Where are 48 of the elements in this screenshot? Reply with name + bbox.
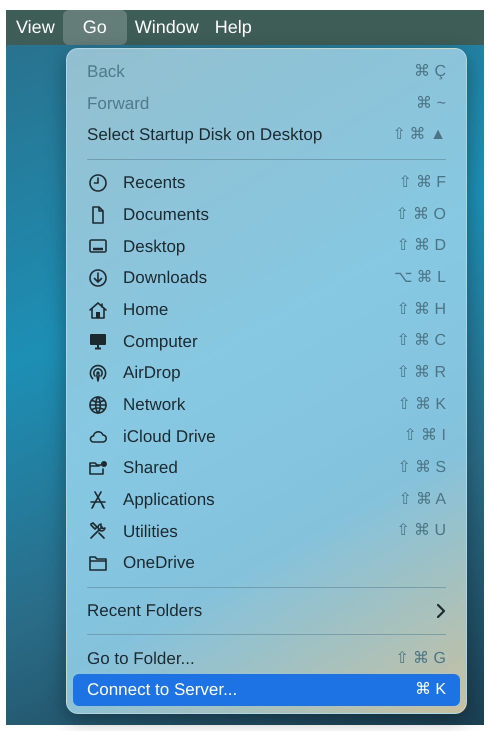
keyboard-shortcut: ⌘ ~ [416,94,446,114]
menu-item[interactable]: Applications ⇧ ⌘ A [73,484,460,516]
folder-icon [88,553,108,574]
house-icon [88,300,108,320]
menu-item[interactable]: AirDrop ⇧ ⌘ R [73,357,460,389]
menu-item[interactable]: Select Startup Disk on Desktop ⇧ ⌘ ▲ [73,119,460,152]
keyboard-shortcut: ⇧ ⌘ O [396,204,446,225]
menu-item[interactable]: Go to Folder... ⇧ ⌘ G [73,642,460,674]
menu-item[interactable]: Downloads ⌥ ⌘ L [73,262,460,294]
keyboard-shortcut: ⇧ ⌘ F [398,172,446,193]
menu-item[interactable]: Recent Folders [73,595,460,627]
monitor-icon [88,331,108,352]
menu-item[interactable]: Shared ⇧ ⌘ S [73,452,460,484]
applications-icon [88,490,108,510]
keyboard-shortcut: ⇧ ⌘ H [396,300,446,320]
keyboard-shortcut: ⇧ ⌘ D [396,236,446,256]
menu-item[interactable]: Computer ⇧ ⌘ C [73,326,460,358]
globe-icon [88,394,108,415]
clock-icon [88,172,108,193]
menu-item[interactable]: Network ⇧ ⌘ K [73,388,460,421]
keyboard-shortcut: ⇧ ⌘ S [397,458,446,478]
tools-icon [88,521,108,542]
keyboard-shortcut: ⇧ ⌘ I [404,426,446,446]
keyboard-shortcut: ⇧ ⌘ A [398,490,446,510]
menu-bar-item[interactable]: View [8,10,63,45]
airdrop-icon [88,363,108,384]
keyboard-shortcut: ⇧ ⌘ K [397,394,446,415]
menu-bar-item[interactable]: Window [126,10,207,45]
keyboard-shortcut: ⌘ Ç [414,62,446,82]
menu-item[interactable]: Desktop ⇧ ⌘ D [73,230,460,262]
menu-item[interactable]: Documents ⇧ ⌘ O [73,198,460,230]
menu-item[interactable]: Home ⇧ ⌘ H [73,294,460,326]
menu-bar-item[interactable]: Help [206,10,260,45]
keyboard-shortcut: ⇧ ⌘ C [396,331,446,352]
keyboard-shortcut: ⌘ K [414,680,446,700]
menu-item[interactable]: Connect to Server... ⌘ K [73,674,460,706]
keyboard-shortcut: ⇧ ⌘ U [396,521,446,542]
download-icon [88,268,108,288]
menu-item[interactable]: iCloud Drive ⇧ ⌘ I [73,420,460,452]
menu-item[interactable]: Recents ⇧ ⌘ F [73,167,460,199]
chevron-right-icon [436,602,446,619]
menu-item[interactable]: Utilities ⇧ ⌘ U [73,516,460,548]
keyboard-shortcut: ⌥ ⌘ L [394,268,446,288]
keyboard-shortcut: ⇧ ⌘ R [396,363,446,384]
menu-item[interactable]: OneDrive [73,547,460,579]
keyboard-shortcut: ⇧ ⌘ ▲ [392,125,446,146]
keyboard-shortcut: ⇧ ⌘ G [396,648,446,669]
menu-bar-item[interactable]: Go [62,10,127,45]
